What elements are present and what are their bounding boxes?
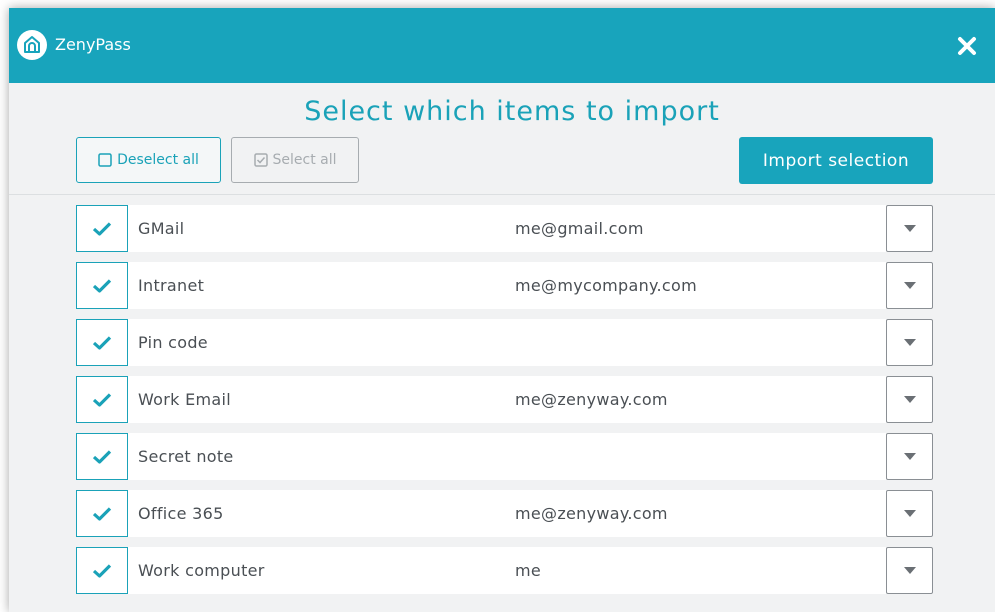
item-checkbox[interactable] [76, 547, 128, 594]
item-expand-button[interactable] [886, 433, 933, 480]
item-login: me@zenyway.com [515, 504, 668, 523]
item-expand-button[interactable] [886, 262, 933, 309]
checkmark-icon [92, 449, 112, 464]
close-button[interactable] [953, 32, 981, 60]
item-login: me@zenyway.com [515, 390, 668, 409]
item-name: Pin code [138, 333, 208, 352]
item-name: Work Email [138, 390, 231, 409]
list-item: Secret note [76, 433, 933, 480]
caret-down-icon [903, 566, 916, 574]
caret-down-icon [903, 395, 916, 403]
import-dialog: ZenyPass Select which items to import De… [9, 8, 995, 612]
caret-down-icon [903, 509, 916, 517]
list-item: Intranet me@mycompany.com [76, 262, 933, 309]
list-item: Office 365 me@zenyway.com [76, 490, 933, 537]
item-expand-button[interactable] [886, 547, 933, 594]
checkmark-icon [92, 506, 112, 521]
caret-down-icon [903, 224, 916, 232]
caret-down-icon [903, 338, 916, 346]
home-lock-icon [17, 30, 47, 60]
checkmark-icon [92, 221, 112, 236]
list-item: Work computer me [76, 547, 933, 594]
checkmark-icon [92, 335, 112, 350]
item-name: Intranet [138, 276, 205, 295]
title-bar: ZenyPass [9, 8, 995, 83]
checked-checkbox-icon [253, 153, 268, 167]
caret-down-icon [903, 452, 916, 460]
list-item: GMail me@gmail.com [76, 205, 933, 252]
item-login: me@mycompany.com [515, 276, 698, 295]
deselect-all-button[interactable]: Deselect all [76, 137, 221, 183]
item-checkbox[interactable] [76, 205, 128, 252]
dialog-heading: Select which items to import [304, 96, 720, 127]
select-all-label: Select all [272, 152, 337, 168]
checkmark-icon [92, 392, 112, 407]
app-title: ZenyPass [55, 35, 131, 54]
caret-down-icon [903, 281, 916, 289]
item-expand-button[interactable] [886, 376, 933, 423]
item-name: GMail [138, 219, 185, 238]
close-icon [958, 37, 976, 55]
item-expand-button[interactable] [886, 205, 933, 252]
item-checkbox[interactable] [76, 433, 128, 480]
item-name: Work computer [138, 561, 265, 580]
import-selection-button[interactable]: Import selection [739, 137, 933, 184]
item-login: me@gmail.com [515, 219, 644, 238]
item-expand-button[interactable] [886, 319, 933, 366]
checkmark-icon [92, 563, 112, 578]
item-checkbox[interactable] [76, 262, 128, 309]
select-all-button[interactable]: Select all [231, 137, 359, 183]
toolbar-divider [9, 194, 995, 195]
item-expand-button[interactable] [886, 490, 933, 537]
item-checkbox[interactable] [76, 490, 128, 537]
deselect-all-label: Deselect all [117, 152, 199, 168]
empty-checkbox-icon [98, 153, 112, 167]
checkmark-icon [92, 278, 112, 293]
item-name: Secret note [138, 447, 234, 466]
item-name: Office 365 [138, 504, 224, 523]
list-item: Work Email me@zenyway.com [76, 376, 933, 423]
list-item: Pin code [76, 319, 933, 366]
item-checkbox[interactable] [76, 319, 128, 366]
item-login: me [515, 561, 542, 580]
item-checkbox[interactable] [76, 376, 128, 423]
